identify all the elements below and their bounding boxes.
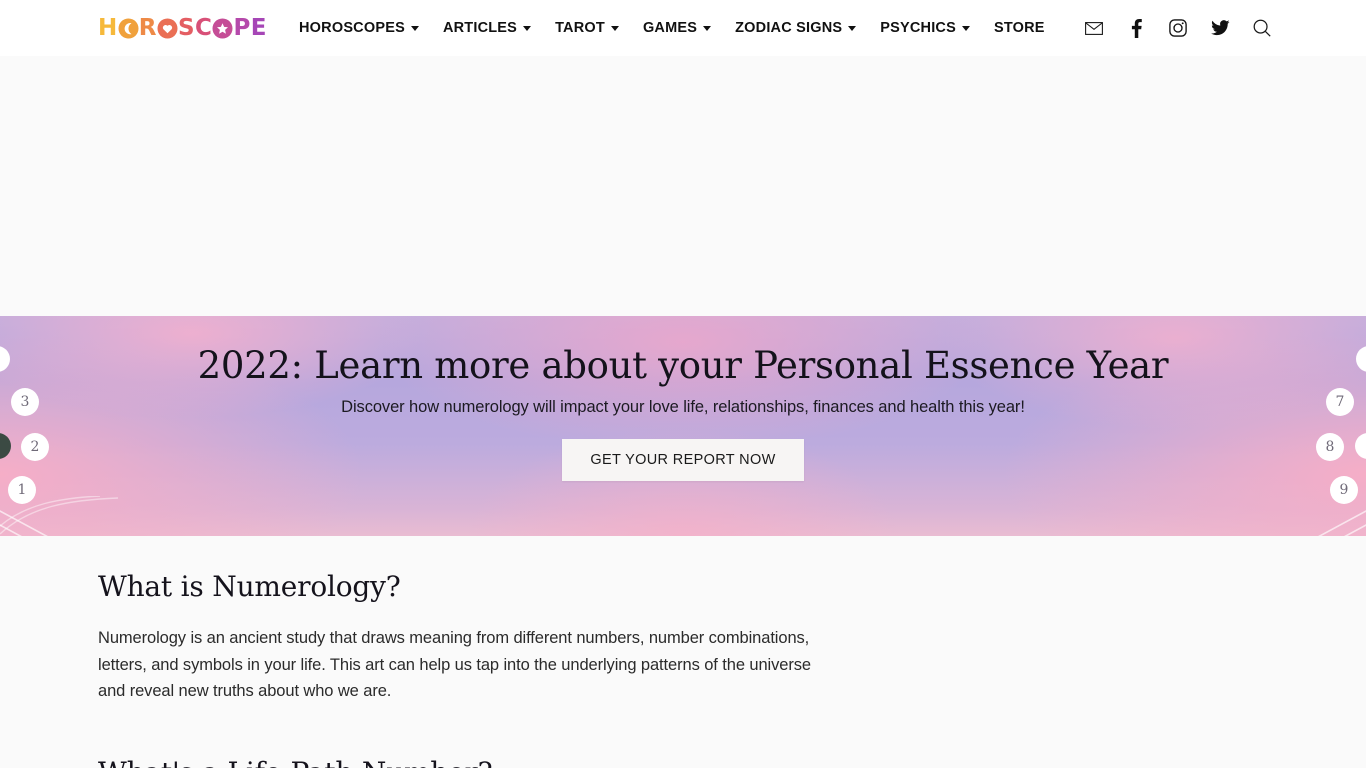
article-content: What is Numerology? Numerology is an anc… bbox=[0, 536, 1366, 768]
logo-letter-e: E bbox=[250, 14, 268, 41]
chevron-down-icon bbox=[410, 25, 419, 31]
logo-letter-p: P bbox=[233, 14, 251, 41]
logo-letter-o-moon bbox=[118, 18, 139, 39]
logo-letter-r: R bbox=[138, 14, 157, 41]
logo-letter-h: H bbox=[98, 14, 118, 41]
logo-letter-s: S bbox=[177, 14, 196, 41]
nav-label-store: STORE bbox=[993, 20, 1045, 36]
heading-what-is-numerology: What is Numerology? bbox=[98, 570, 401, 603]
nav-item-zodiac-signs[interactable]: ZODIAC SIGNS bbox=[723, 20, 868, 36]
instagram-icon[interactable] bbox=[1168, 18, 1188, 38]
star-icon bbox=[212, 18, 233, 38]
logo-letter-o-star bbox=[212, 18, 233, 39]
nav-item-horoscopes[interactable]: HOROSCOPES bbox=[287, 20, 431, 36]
nav-item-psychics[interactable]: PSYCHICS bbox=[868, 20, 982, 36]
article-inner: What is Numerology? Numerology is an anc… bbox=[0, 570, 1366, 768]
nav-item-games[interactable]: GAMES bbox=[631, 20, 723, 36]
heart-icon bbox=[157, 18, 178, 38]
logo-letter-o-heart bbox=[157, 18, 178, 39]
nav-label-horoscopes: HOROSCOPES bbox=[299, 20, 405, 36]
site-header: H R S C P E HOROSCOPES ARTICLES TAROT GA… bbox=[0, 0, 1366, 56]
twitter-icon[interactable] bbox=[1210, 18, 1230, 38]
site-logo[interactable]: H R S C P E bbox=[98, 14, 268, 41]
heading-what-is-life-path-number: What's a Life-Path Number? bbox=[98, 756, 1366, 768]
hero-banner: 3 2 1 7 8 9 2022: Learn more about your … bbox=[0, 316, 1366, 536]
crescent-moon-icon bbox=[118, 18, 139, 38]
mail-icon[interactable] bbox=[1084, 18, 1104, 38]
nav-label-games: GAMES bbox=[642, 20, 698, 36]
nav-item-store[interactable]: STORE bbox=[982, 20, 1057, 36]
main-navigation: HOROSCOPES ARTICLES TAROT GAMES ZODIAC S… bbox=[287, 20, 1057, 36]
nav-label-psychics: PSYCHICS bbox=[880, 20, 956, 36]
search-icon[interactable] bbox=[1252, 18, 1272, 38]
chevron-down-icon bbox=[848, 25, 857, 31]
chevron-down-icon bbox=[703, 25, 712, 31]
nav-label-articles: ARTICLES bbox=[442, 20, 518, 36]
nav-item-articles[interactable]: ARTICLES bbox=[431, 20, 543, 36]
paragraph-what-is-numerology: Numerology is an ancient study that draw… bbox=[98, 629, 811, 700]
advertisement-slot bbox=[0, 56, 1366, 316]
hero-content: 2022: Learn more about your Personal Ess… bbox=[0, 316, 1366, 536]
chevron-down-icon bbox=[961, 25, 970, 31]
nav-label-zodiac-signs: ZODIAC SIGNS bbox=[735, 20, 843, 36]
nav-label-tarot: TAROT bbox=[555, 20, 605, 36]
chevron-down-icon bbox=[523, 25, 532, 31]
hero-title: 2022: Learn more about your Personal Ess… bbox=[197, 344, 1169, 387]
nav-item-tarot[interactable]: TAROT bbox=[543, 20, 631, 36]
get-report-button[interactable]: GET YOUR REPORT NOW bbox=[562, 438, 804, 481]
hero-subtitle: Discover how numerology will impact your… bbox=[341, 397, 1025, 416]
chevron-down-icon bbox=[610, 25, 619, 31]
header-icon-group bbox=[1084, 0, 1272, 56]
logo-letter-c: C bbox=[195, 14, 213, 41]
facebook-icon[interactable] bbox=[1126, 18, 1146, 38]
